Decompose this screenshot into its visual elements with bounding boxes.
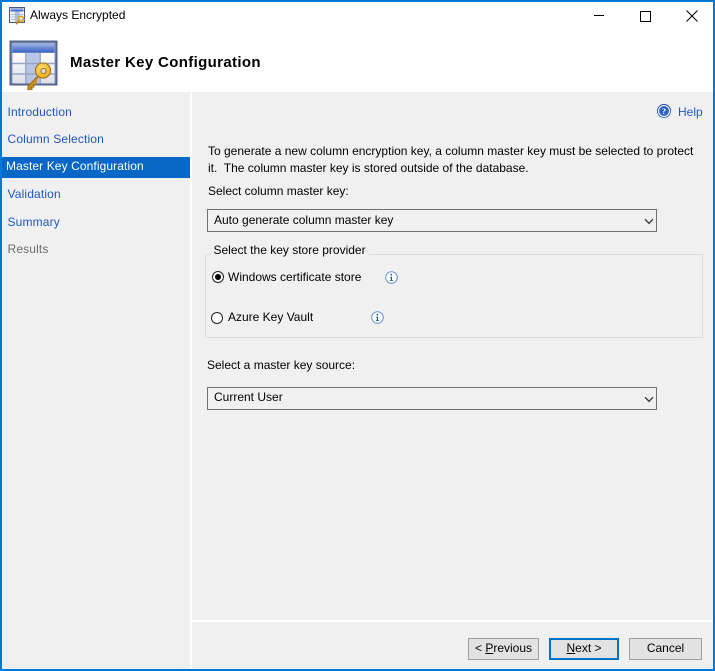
svg-text:?: ? <box>662 106 666 116</box>
